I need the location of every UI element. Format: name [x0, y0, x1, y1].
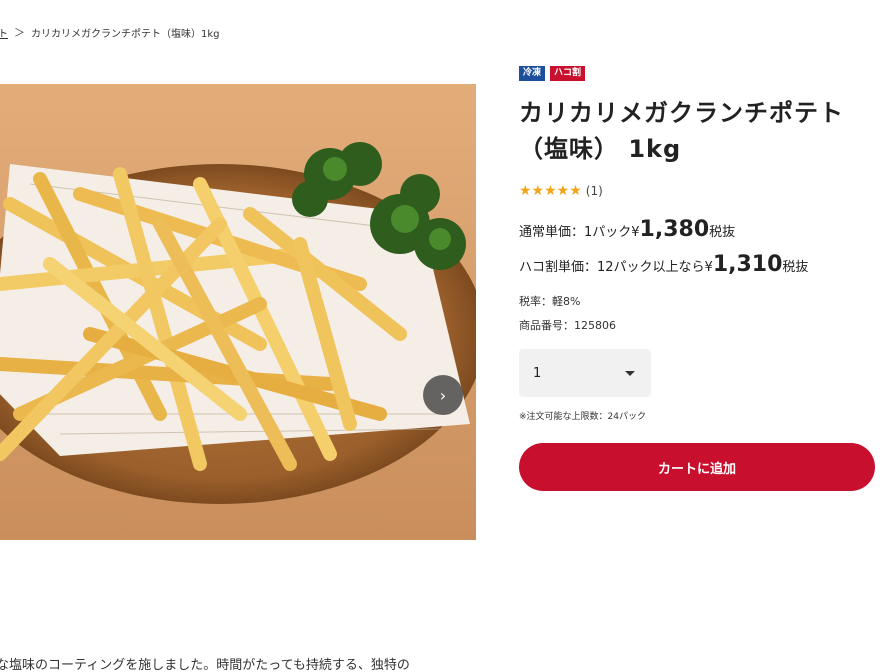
regular-price-suffix: 税抜: [709, 225, 736, 240]
product-title-line1: カリカリメガクランチポテト: [519, 99, 844, 127]
product-image-gallery[interactable]: ›: [0, 84, 476, 540]
gallery-next-button[interactable]: ›: [423, 375, 463, 415]
product-photo: [0, 84, 476, 540]
breadcrumb-current: カリカリメガクランチポテト（塩味）1kg: [31, 28, 220, 40]
order-limit-note: ※注文可能な上限数：24パック: [519, 412, 646, 422]
product-title-line2: （塩味） 1kg: [519, 135, 682, 163]
regular-price: 通常単価：1パック¥ 1,380 税抜: [519, 217, 879, 242]
product-number: 商品番号：125806: [519, 319, 616, 332]
quantity-value: 1: [533, 365, 542, 381]
hako-discount-tag: ハコ割: [550, 66, 586, 81]
regular-price-prefix: 通常単価：1パック¥: [519, 225, 640, 240]
tax-rate: 税率：軽8%: [519, 295, 581, 308]
breadcrumb-parent-link[interactable]: ト: [0, 25, 8, 40]
add-to-cart-button[interactable]: カートに追加: [519, 443, 875, 491]
hako-price-prefix: ハコ割単価：12パック以上なら¥: [519, 260, 713, 275]
product-description: な塩味のコーティングを施しました。時間がたっても持続する、独特の: [0, 658, 410, 672]
star-rating-icon: ★★★★★: [519, 183, 582, 199]
frozen-tag: 冷凍: [519, 66, 546, 81]
product-title: カリカリメガクランチポテト （塩味） 1kg: [519, 95, 879, 167]
chevron-down-icon: [625, 370, 635, 376]
regular-price-value: 1,380: [639, 217, 710, 242]
product-rating[interactable]: ★★★★★ (1): [519, 183, 879, 199]
quantity-select[interactable]: 1: [519, 349, 651, 397]
breadcrumb: ト ＞ カリカリメガクランチポテト（塩味）1kg: [0, 24, 220, 40]
hako-price: ハコ割単価：12パック以上なら¥ 1,310 税抜: [519, 252, 879, 277]
rating-count[interactable]: (1): [586, 184, 603, 198]
product-tags: 冷凍 ハコ割: [519, 66, 879, 81]
breadcrumb-separator: ＞: [14, 26, 25, 39]
chevron-right-icon: ›: [439, 385, 447, 405]
hako-price-value: 1,310: [712, 252, 783, 277]
hako-price-suffix: 税抜: [782, 260, 809, 275]
product-info: 冷凍 ハコ割 カリカリメガクランチポテト （塩味） 1kg ★★★★★ (1) …: [519, 66, 879, 491]
